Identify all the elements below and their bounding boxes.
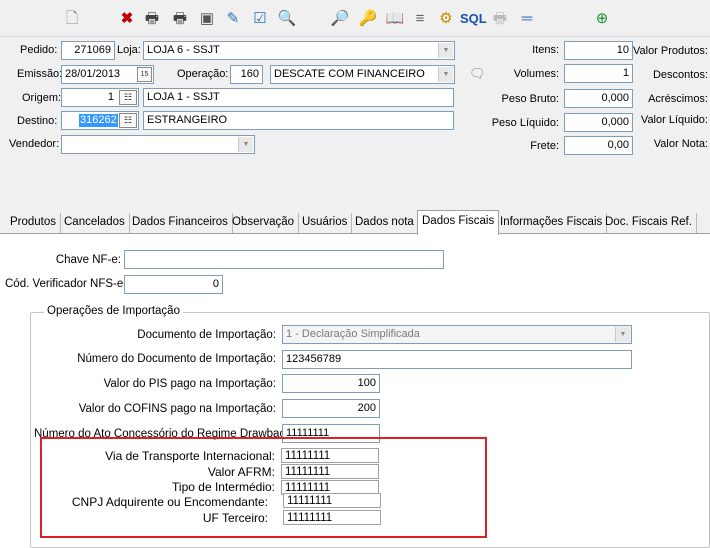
- volumes-label: Volumes:: [513, 68, 559, 80]
- stack-icon[interactable]: ≡: [410, 9, 430, 29]
- chave-nfe-field[interactable]: [124, 250, 444, 269]
- num-doc-field[interactable]: 123456789: [282, 350, 632, 369]
- lookup-icon[interactable]: ☷: [119, 90, 137, 105]
- peso-bruto-field[interactable]: 0,000: [564, 89, 633, 108]
- separator-icon[interactable]: ═: [517, 9, 537, 29]
- chevron-down-icon[interactable]: ▼: [238, 137, 253, 152]
- cod-verificador-label: Cód. Verificador NFS-e:: [5, 278, 127, 290]
- tab-usuarios[interactable]: Usuários: [298, 213, 353, 233]
- cofins-field[interactable]: 200: [282, 399, 380, 418]
- group-title: Operações de Importação: [44, 305, 183, 317]
- loja-label: Loja:: [117, 44, 141, 56]
- operacao-code-field[interactable]: 160: [230, 65, 263, 84]
- sql-icon[interactable]: SQL: [460, 9, 487, 29]
- new-document-icon[interactable]: 🗋: [62, 9, 82, 29]
- destino-code: 316262: [79, 114, 118, 127]
- tab-bar: Produtos Cancelados Dados Financeiros Ob…: [0, 210, 710, 235]
- toolbar: 🗋 ✖ 🖶 🖶 ▣ ✎ ☑ 🔍 🔎 🔑 📖 ≡ ⚙ SQL 🖶 ═ ⊕: [0, 0, 710, 37]
- tab-informacoes-fiscais[interactable]: Informações Fiscais: [496, 213, 608, 233]
- destino-code-field[interactable]: 316262 ☷: [61, 111, 139, 130]
- disk-icon[interactable]: ▣: [197, 9, 217, 29]
- loja-select[interactable]: LOJA 6 - SSJT ▼: [143, 41, 455, 60]
- target-icon[interactable]: ⊕: [592, 9, 612, 29]
- print-preview-icon[interactable]: 🖶: [170, 9, 190, 29]
- peso-liquido-label: Peso Líquido:: [491, 117, 559, 129]
- highlight-box: [40, 437, 487, 538]
- tab-produtos[interactable]: Produtos: [6, 213, 62, 233]
- origem-code: 1: [107, 91, 114, 103]
- origem-code-field[interactable]: 1 ☷: [61, 88, 139, 107]
- pedido-field[interactable]: 271069: [61, 41, 115, 60]
- tab-cancelados[interactable]: Cancelados: [60, 213, 130, 233]
- vendedor-label: Vendedor:: [9, 138, 60, 150]
- num-doc-label: Número do Documento de Importação:: [77, 353, 276, 365]
- tab-doc-fiscais-ref[interactable]: Doc. Fiscais Ref.: [601, 213, 697, 233]
- delete-icon[interactable]: ✖: [117, 9, 137, 29]
- doc-importacao-label: Documento de Importação:: [137, 329, 276, 341]
- gears-icon[interactable]: ⚙: [436, 9, 456, 29]
- chevron-down-icon[interactable]: ▼: [438, 43, 453, 58]
- itens-label: Itens:: [532, 44, 559, 56]
- cod-verificador-field[interactable]: 0: [124, 275, 223, 294]
- operacao-value: DESCATE COM FINANCEIRO: [274, 68, 425, 80]
- origem-label: Origem:: [22, 92, 62, 104]
- valor-produtos-label: Valor Produtos:: [632, 45, 708, 57]
- destino-label: Destino:: [17, 115, 58, 127]
- emissao-value: 28/01/2013: [65, 68, 121, 80]
- tab-dados-financeiros[interactable]: Dados Financeiros: [128, 213, 233, 233]
- descontos-label: Descontos:: [652, 69, 708, 81]
- calendar-icon[interactable]: 15: [137, 67, 152, 82]
- book-icon[interactable]: 📖: [385, 9, 405, 29]
- valor-liquido-label: Valor Líquido:: [640, 114, 708, 126]
- lookup-icon[interactable]: ☷: [119, 113, 137, 128]
- chevron-down-icon[interactable]: ▼: [438, 67, 453, 82]
- operacao-label: Operação:: [177, 68, 229, 80]
- vendedor-select[interactable]: ▼: [61, 135, 255, 154]
- tab-dados-fiscais[interactable]: Dados Fiscais: [417, 210, 500, 235]
- destino-name-field: ESTRANGEIRO: [143, 111, 454, 130]
- checklist-icon[interactable]: ☑: [250, 9, 270, 29]
- itens-field[interactable]: 10: [564, 41, 633, 60]
- peso-bruto-label: Peso Bruto:: [501, 93, 559, 105]
- frete-field[interactable]: 0,00: [564, 136, 633, 155]
- peso-liquido-field[interactable]: 0,000: [564, 113, 633, 132]
- operacao-select[interactable]: DESCATE COM FINANCEIRO ▼: [270, 65, 455, 84]
- frete-label: Frete:: [530, 140, 559, 152]
- zoom-document-icon[interactable]: 🔎: [330, 9, 350, 29]
- pedido-label: Pedido:: [20, 44, 58, 56]
- cofins-label: Valor do COFINS pago na Importação:: [78, 403, 276, 415]
- print-icon[interactable]: 🖶: [142, 9, 162, 29]
- emissao-date-field[interactable]: 28/01/2013 15: [61, 65, 154, 84]
- doc-importacao-value: 1 - Declaração Simplificada: [286, 328, 420, 340]
- keys-icon[interactable]: 🔑: [358, 9, 378, 29]
- printer-disabled-icon: 🖶: [492, 10, 508, 27]
- valor-nota-label: Valor Nota:: [653, 138, 708, 150]
- pis-label: Valor do PIS pago na Importação:: [103, 378, 276, 390]
- emissao-label: Emissão:: [17, 68, 63, 80]
- tab-observacao[interactable]: Observação: [228, 213, 300, 233]
- chevron-down-icon[interactable]: ▼: [615, 327, 630, 342]
- acrescimos-label: Acréscimos:: [648, 93, 708, 105]
- binoculars-icon[interactable]: 🔍: [277, 9, 297, 29]
- volumes-field[interactable]: 1: [564, 64, 633, 83]
- chave-nfe-label: Chave NF-e:: [55, 254, 121, 266]
- origem-name-field: LOJA 1 - SSJT: [143, 88, 454, 107]
- edit-icon[interactable]: ✎: [223, 9, 243, 29]
- doc-importacao-select[interactable]: 1 - Declaração Simplificada ▼: [282, 325, 632, 344]
- loja-value: LOJA 6 - SSJT: [147, 44, 220, 56]
- tab-dados-nota[interactable]: Dados nota: [351, 213, 419, 233]
- pis-field[interactable]: 100: [282, 374, 380, 393]
